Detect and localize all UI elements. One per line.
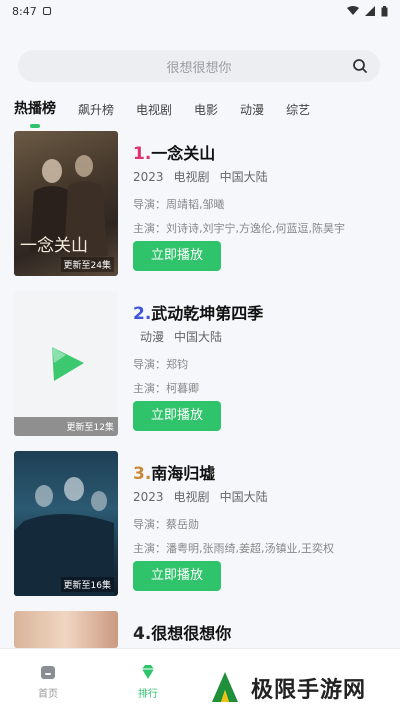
list-item[interactable]: 更新至16集 3.南海归墟 2023 电视剧 中国大陆 导演：蔡岳勋 主演：潘粤明,… <box>0 446 400 596</box>
item-director: 导演：周靖韬,邹曦 <box>133 198 225 211</box>
item-cast: 主演：刘诗诗,刘宇宁,方逸伦,何蓝逗,陈昊宇 <box>133 222 345 235</box>
item-title[interactable]: 2.武动乾坤第四季 <box>133 300 263 324</box>
title-text: 南海归墟 <box>151 464 216 483</box>
rank-number: 3. <box>133 464 152 484</box>
tab-rising[interactable]: 飙升榜 <box>78 101 114 118</box>
tab-anime[interactable]: 动漫 <box>240 101 264 118</box>
diamond-icon <box>142 665 154 679</box>
tab-variety[interactable]: 综艺 <box>286 101 310 118</box>
poster-image[interactable]: 更新至16集 <box>14 451 118 596</box>
item-region: 中国大陆 <box>174 330 223 344</box>
title-text: 武动乾坤第四季 <box>151 304 264 323</box>
item-year: 2023 <box>133 170 164 184</box>
nav-ranking[interactable]: 排行 <box>118 663 178 700</box>
nav-ranking-label: 排行 <box>138 689 158 700</box>
poster-image[interactable]: 更新至12集 <box>14 291 118 436</box>
item-type: 电视剧 <box>173 170 210 184</box>
watermark-logo-icon <box>206 669 244 707</box>
item-title[interactable]: 1.一念关山 <box>133 140 215 164</box>
signal-icon <box>365 6 375 16</box>
item-meta: 2023 电视剧 中国大陆 <box>133 168 278 185</box>
update-badge: 更新至24集 <box>60 257 114 272</box>
list-item[interactable]: 4.很想很想你 <box>0 606 400 648</box>
item-region: 中国大陆 <box>219 170 268 184</box>
update-badge: 更新至12集 <box>14 417 118 436</box>
tab-tv[interactable]: 电视剧 <box>136 101 172 118</box>
poster-title: 一念关山 <box>20 236 88 256</box>
tab-movie[interactable]: 电影 <box>194 101 218 118</box>
update-badge: 更新至16集 <box>60 577 114 592</box>
wifi-icon <box>347 6 359 15</box>
item-title[interactable]: 4.很想很想你 <box>133 620 231 644</box>
nav-home[interactable]: 首页 <box>18 663 78 700</box>
play-button[interactable]: 立即播放 <box>133 561 221 591</box>
watermark: 极限手游网 <box>205 666 395 710</box>
play-button[interactable]: 立即播放 <box>133 241 221 271</box>
poster-image[interactable] <box>14 611 118 648</box>
tab-hot[interactable]: 热播榜 <box>14 98 56 118</box>
item-meta: 动漫 中国大陆 <box>140 328 232 345</box>
category-tabs: 热播榜 飙升榜 电视剧 电影 动漫 综艺 <box>14 92 332 118</box>
item-director: 导演：蔡岳勋 <box>133 518 199 531</box>
item-meta: 2023 电视剧 中国大陆 <box>133 488 278 505</box>
search-icon[interactable] <box>352 58 368 74</box>
poster-art <box>14 477 114 596</box>
status-bar: 8:47 <box>0 0 400 22</box>
status-indicators <box>347 5 388 17</box>
rank-number: 1. <box>133 144 152 164</box>
item-cast: 主演：潘粤明,张雨绮,姜超,汤镇业,王奕权 <box>133 542 334 555</box>
item-type: 动漫 <box>140 330 165 344</box>
placeholder-play-icon <box>52 347 84 381</box>
item-director: 导演：郑钧 <box>133 358 188 371</box>
search-input[interactable]: 很想很想你 <box>18 50 380 82</box>
item-year: 2023 <box>133 490 164 504</box>
rank-number: 4. <box>133 624 152 644</box>
title-text: 很想很想你 <box>151 624 232 643</box>
item-title[interactable]: 3.南海归墟 <box>133 460 215 484</box>
nav-home-label: 首页 <box>38 689 58 700</box>
item-cast: 主演：柯暮卿 <box>133 382 199 395</box>
battery-icon <box>381 5 388 16</box>
list-item[interactable]: 一念关山 更新至24集 1.一念关山 2023 电视剧 中国大陆 导演：周靖韬,邹曦… <box>0 126 400 276</box>
rank-number: 2. <box>133 304 152 324</box>
notification-icon <box>42 7 51 15</box>
poster-image[interactable]: 一念关山 更新至24集 <box>14 131 118 276</box>
play-button[interactable]: 立即播放 <box>133 401 221 431</box>
title-text: 一念关山 <box>151 144 216 163</box>
item-region: 中国大陆 <box>219 490 268 504</box>
list-item[interactable]: 更新至12集 2.武动乾坤第四季 动漫 中国大陆 导演：郑钧 主演：柯暮卿 立即播… <box>0 286 400 436</box>
home-icon <box>41 666 55 679</box>
item-type: 电视剧 <box>173 490 210 504</box>
status-time: 8:47 <box>12 4 37 18</box>
watermark-text: 极限手游网 <box>251 678 367 703</box>
search-placeholder: 很想很想你 <box>166 60 232 76</box>
